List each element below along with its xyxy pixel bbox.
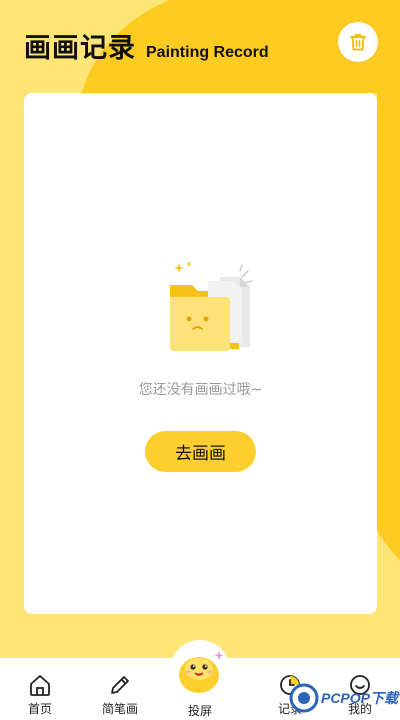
tab-sketch-label: 简笔画	[101, 702, 138, 716]
page-subtitle: Painting Record	[146, 44, 269, 61]
cast-mascot-icon	[179, 651, 224, 693]
pcpop-logo-icon	[289, 683, 319, 713]
page-title: 画画记录	[24, 33, 136, 64]
tab-cast[interactable]	[170, 640, 230, 700]
tab-cast-label: 投屏	[187, 704, 212, 718]
empty-folder-illustration	[170, 261, 253, 351]
watermark-text: PCPOP下载	[320, 690, 398, 706]
records-card: 您还没有画画过哦~ 去画画	[24, 93, 377, 614]
delete-button[interactable]	[338, 22, 378, 62]
trash-icon	[350, 34, 366, 51]
watermark: PCPOP下载	[289, 680, 398, 716]
pencil-icon	[111, 676, 129, 694]
empty-message: 您还没有画画过哦~	[138, 382, 263, 398]
tab-home[interactable]: 首页	[5, 658, 75, 720]
page-header: 画画记录 Painting Record	[24, 26, 269, 64]
tab-home-label: 首页	[27, 702, 52, 716]
tab-sketch[interactable]: 简笔画	[85, 658, 155, 720]
go-draw-button[interactable]: 去画画	[145, 431, 256, 472]
home-icon	[30, 675, 50, 696]
